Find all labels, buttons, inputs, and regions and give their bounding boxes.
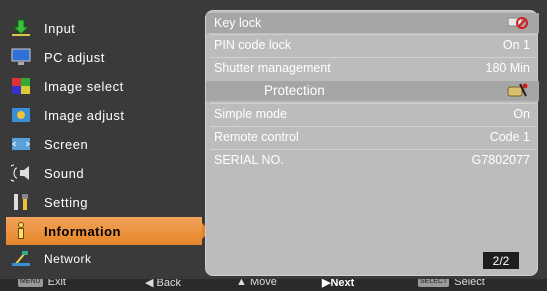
menu-item-label: Setting	[44, 194, 88, 210]
info-row-serial-no: SERIAL NO. G7802077	[206, 150, 539, 172]
menu-item-setting[interactable]: Setting	[6, 188, 196, 216]
menu-item-screen[interactable]: Screen	[6, 130, 196, 158]
menu-item-label: PC adjust	[44, 49, 105, 65]
help-label: ◀ Back	[145, 279, 181, 289]
info-value: On 1	[502, 38, 530, 52]
speaker-icon	[10, 163, 32, 183]
image-adjust-icon	[10, 105, 32, 125]
input-arrow-icon	[10, 18, 32, 38]
info-row-pin-code-lock[interactable]: PIN code lock On 1	[206, 35, 539, 57]
wrench-icon	[10, 192, 32, 212]
bottom-help-bar: MENU Exit ◀ Back ▲ Move ▶Next SELECT Sel…	[0, 279, 547, 291]
info-label: Protection	[264, 83, 325, 98]
menu-item-label: Sound	[44, 165, 85, 181]
menu-item-label: Information	[44, 223, 121, 239]
menu-item-label: Screen	[44, 136, 89, 152]
menu-item-label: Image select	[44, 78, 124, 94]
menu-item-information[interactable]: Information	[6, 217, 210, 245]
menu-item-image-select[interactable]: Image select	[6, 72, 196, 100]
info-icon	[10, 221, 32, 241]
select-key-icon: SELECT	[418, 279, 450, 287]
info-label: Key lock	[214, 16, 262, 30]
info-row-shutter-management[interactable]: Shutter management 180 Min	[206, 58, 539, 80]
info-value: G7802077	[471, 153, 530, 167]
help-label: ▶Next	[322, 279, 355, 289]
info-value: Code 1	[489, 130, 530, 144]
projector-osd: Input PC adjust Image select Image adjus…	[0, 0, 547, 291]
page-indicator: 2/2	[483, 252, 519, 269]
menu-item-pc-adjust[interactable]: PC adjust	[6, 43, 196, 71]
info-label: PIN code lock	[214, 38, 292, 52]
key-lock-icon	[506, 14, 530, 33]
help-label: Exit	[47, 279, 66, 288]
information-panel: Key lock PIN code lock On 1 Shutter mana…	[205, 10, 539, 276]
main-menu: Input PC adjust Image select Image adjus…	[6, 10, 210, 280]
screen-icon	[10, 134, 32, 154]
protection-icon	[504, 82, 530, 102]
help-label: Select	[454, 279, 485, 288]
monitor-icon	[10, 47, 32, 67]
info-row-protection[interactable]: Protection	[206, 81, 539, 101]
menu-item-label: Network	[44, 252, 92, 266]
info-row-remote-control[interactable]: Remote control Code 1	[206, 127, 539, 149]
help-select: SELECT Select	[418, 279, 485, 288]
info-row-simple-mode[interactable]: Simple mode On	[206, 104, 539, 126]
color-blocks-icon	[10, 76, 32, 96]
menu-key-icon: MENU	[18, 279, 43, 287]
help-back: ◀ Back	[145, 279, 181, 289]
help-exit: MENU Exit	[18, 279, 66, 288]
menu-item-sound[interactable]: Sound	[6, 159, 196, 187]
menu-item-input[interactable]: Input	[6, 14, 196, 42]
info-label: Remote control	[214, 130, 299, 144]
network-icon	[10, 249, 32, 269]
info-value: 180 Min	[485, 61, 530, 75]
info-label: Simple mode	[214, 107, 287, 121]
help-move: ▲ Move	[236, 279, 277, 288]
menu-item-label: Input	[44, 20, 76, 36]
info-value: On	[513, 107, 530, 121]
info-label: SERIAL NO.	[214, 153, 284, 167]
menu-item-label: Image adjust	[44, 107, 125, 123]
info-label: Shutter management	[214, 61, 331, 75]
menu-item-network[interactable]: Network	[6, 245, 196, 273]
help-next: ▶Next	[322, 279, 354, 289]
help-label: ▲ Move	[236, 279, 277, 288]
info-row-key-lock[interactable]: Key lock	[206, 13, 539, 33]
menu-item-image-adjust[interactable]: Image adjust	[6, 101, 196, 129]
